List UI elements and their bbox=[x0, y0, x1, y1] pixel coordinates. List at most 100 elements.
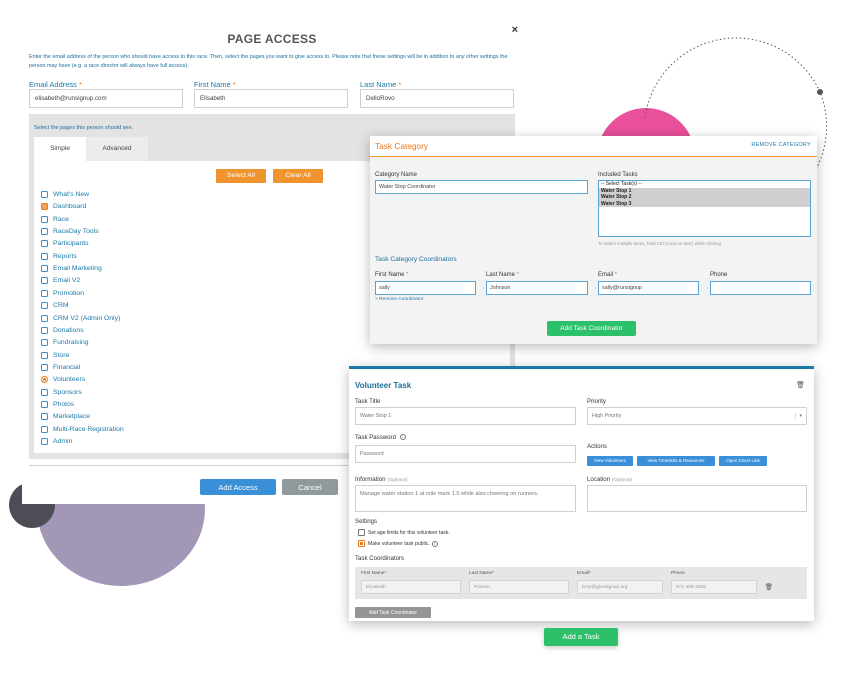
page-checkbox[interactable] bbox=[41, 351, 48, 359]
page-checkbox[interactable] bbox=[41, 203, 48, 211]
open-direct-link-button[interactable]: Open Direct Link bbox=[719, 456, 767, 466]
page-access-item[interactable]: Reports bbox=[41, 251, 77, 262]
task-title-field[interactable]: Water Stop 1 bbox=[355, 407, 576, 425]
add-access-button[interactable]: Add Access bbox=[200, 479, 276, 495]
page-checkbox[interactable] bbox=[41, 191, 48, 198]
public-task-checkbox[interactable] bbox=[358, 540, 365, 547]
priority-value: High Priority bbox=[592, 413, 622, 419]
page-access-item[interactable]: Promotion bbox=[41, 288, 84, 299]
page-checkbox[interactable] bbox=[41, 314, 48, 322]
view-volunteers-button[interactable]: View Volunteers bbox=[587, 456, 633, 466]
priority-select[interactable]: High Priority ▾ bbox=[587, 407, 807, 425]
tab-simple[interactable]: Simple bbox=[34, 137, 86, 161]
page-checkbox[interactable] bbox=[41, 252, 48, 260]
page-access-item[interactable]: Financial bbox=[41, 362, 80, 373]
cancel-button[interactable]: Cancel bbox=[282, 479, 338, 495]
page-access-item[interactable]: Store bbox=[41, 350, 69, 361]
page-checkbox[interactable] bbox=[41, 400, 48, 408]
page-checkbox[interactable] bbox=[41, 339, 48, 347]
page-checkbox[interactable] bbox=[41, 376, 48, 384]
page-access-item[interactable]: Admin bbox=[41, 436, 72, 447]
page-label: Email V2 bbox=[53, 277, 81, 285]
remove-category-link[interactable]: REMOVE CATEGORY bbox=[751, 142, 811, 148]
page-checkbox[interactable] bbox=[41, 277, 48, 285]
page-checkbox[interactable] bbox=[41, 413, 48, 421]
page-checkbox[interactable] bbox=[41, 438, 48, 445]
page-label: Dashboard bbox=[53, 203, 87, 211]
page-checkbox[interactable] bbox=[41, 425, 48, 433]
task-option[interactable]: Water Stop 3 bbox=[599, 200, 810, 207]
coordinator-email-field[interactable]: lizzy@givesignup.org bbox=[577, 580, 663, 594]
page-access-item[interactable]: Sponsors bbox=[41, 387, 82, 398]
page-access-item[interactable]: Email V2 bbox=[41, 275, 80, 286]
tab-advanced[interactable]: Advanced bbox=[86, 137, 148, 161]
coord-email-field[interactable]: sally@runsignup bbox=[598, 281, 699, 295]
add-task-coordinator-button[interactable]: Add Task Coordinator bbox=[547, 321, 636, 336]
page-checkbox[interactable] bbox=[41, 388, 48, 396]
included-tasks-select[interactable]: -- Select Task(s) -- Water Stop 1 Water … bbox=[598, 180, 811, 237]
page-checkbox[interactable] bbox=[41, 363, 48, 371]
page-checkbox[interactable] bbox=[41, 215, 48, 223]
page-access-item[interactable]: Dashboard bbox=[41, 201, 86, 212]
page-access-item[interactable]: Race bbox=[41, 214, 69, 225]
page-label: CRM bbox=[53, 302, 69, 310]
page-checkbox[interactable] bbox=[41, 326, 48, 334]
category-name-label: Category Name bbox=[375, 172, 418, 178]
volunteer-task-title: Volunteer Task bbox=[355, 381, 412, 390]
page-label: Admin bbox=[53, 438, 73, 445]
first-name-field[interactable]: Elisabeth bbox=[194, 89, 348, 108]
page-access-item[interactable]: RaceDay Tools bbox=[41, 226, 99, 237]
page-checkbox[interactable] bbox=[41, 289, 48, 297]
page-label: Email Marketing bbox=[53, 265, 102, 273]
coord-phone-field[interactable] bbox=[710, 281, 811, 295]
page-checkbox[interactable] bbox=[41, 302, 48, 310]
coord-first-name-label: First Name * bbox=[375, 272, 409, 278]
page-access-item[interactable]: Marketplace bbox=[41, 411, 90, 422]
coordinator-phone-field[interactable]: 571-409-3286 bbox=[671, 580, 757, 594]
page-access-item[interactable]: What's New bbox=[41, 189, 89, 200]
page-label: Marketplace bbox=[53, 413, 91, 421]
info-icon: i bbox=[431, 540, 438, 547]
public-task-label: Make volunteer task public. bbox=[368, 540, 430, 547]
page-access-item[interactable]: Fundraising bbox=[41, 337, 89, 348]
multi-select-hint: To select multiple items, hold Ctrl (Cmd… bbox=[598, 241, 723, 246]
coord-last-name-field[interactable]: Johnson bbox=[486, 281, 588, 295]
add-task-coordinator-button[interactable]: Add Task Coordinator bbox=[355, 607, 431, 618]
age-limit-setting[interactable]: Set age limits for this volunteer task. bbox=[358, 529, 450, 536]
task-category-title: Task Category bbox=[375, 141, 429, 151]
page-access-item[interactable]: Donations bbox=[41, 325, 84, 336]
coordinator-first-name-field[interactable]: Elizabeth bbox=[361, 580, 461, 594]
page-access-item[interactable]: Multi-Race Registration bbox=[41, 424, 124, 435]
chevron-down-icon: ▾ bbox=[795, 413, 802, 419]
remove-coordinator-link[interactable]: × Remove Coordinator bbox=[375, 297, 423, 302]
information-field[interactable]: Manage water station 1 at mile mark 1.5 … bbox=[355, 485, 576, 512]
coordinator-phone-label: Phone bbox=[671, 571, 685, 576]
page-checkbox[interactable] bbox=[41, 265, 48, 273]
trash-icon[interactable]: 🗑 bbox=[796, 381, 805, 389]
coordinator-last-name-field[interactable]: Posson bbox=[469, 580, 569, 594]
close-icon[interactable]: × bbox=[512, 24, 518, 36]
location-field[interactable] bbox=[587, 485, 807, 512]
public-task-setting[interactable]: Make volunteer task public. i bbox=[358, 540, 438, 547]
page-access-item[interactable]: Photos bbox=[41, 399, 74, 410]
last-name-field[interactable]: DelloRovo bbox=[360, 89, 514, 108]
page-access-item[interactable]: CRM bbox=[41, 300, 68, 311]
page-label: Multi-Race Registration bbox=[53, 425, 124, 433]
view-timeslots-button[interactable]: View Timeslots & Resources bbox=[637, 456, 715, 466]
select-all-button[interactable]: Select All bbox=[216, 169, 266, 183]
page-checkbox[interactable] bbox=[41, 228, 48, 236]
task-password-field[interactable]: Password bbox=[355, 445, 576, 463]
email-field[interactable]: elisabeth@runsignup.com bbox=[29, 89, 183, 108]
age-limit-checkbox[interactable] bbox=[358, 529, 365, 536]
page-access-item[interactable]: CRM V2 (Admin Only) bbox=[41, 313, 120, 324]
add-task-button[interactable]: Add a Task bbox=[544, 628, 618, 646]
page-checkbox[interactable] bbox=[41, 240, 48, 248]
trash-icon[interactable]: 🗑 bbox=[765, 583, 773, 591]
task-category-panel: Task Category REMOVE CATEGORY Category N… bbox=[370, 136, 817, 344]
coord-first-name-field[interactable]: sally bbox=[375, 281, 476, 295]
category-name-field[interactable]: Water Stop Coordinator bbox=[375, 180, 588, 194]
clear-all-button[interactable]: Clear All bbox=[273, 169, 323, 183]
page-access-item[interactable]: Participants bbox=[41, 238, 89, 249]
page-access-item[interactable]: Email Marketing bbox=[41, 263, 102, 274]
page-access-item[interactable]: Volunteers bbox=[41, 374, 85, 385]
